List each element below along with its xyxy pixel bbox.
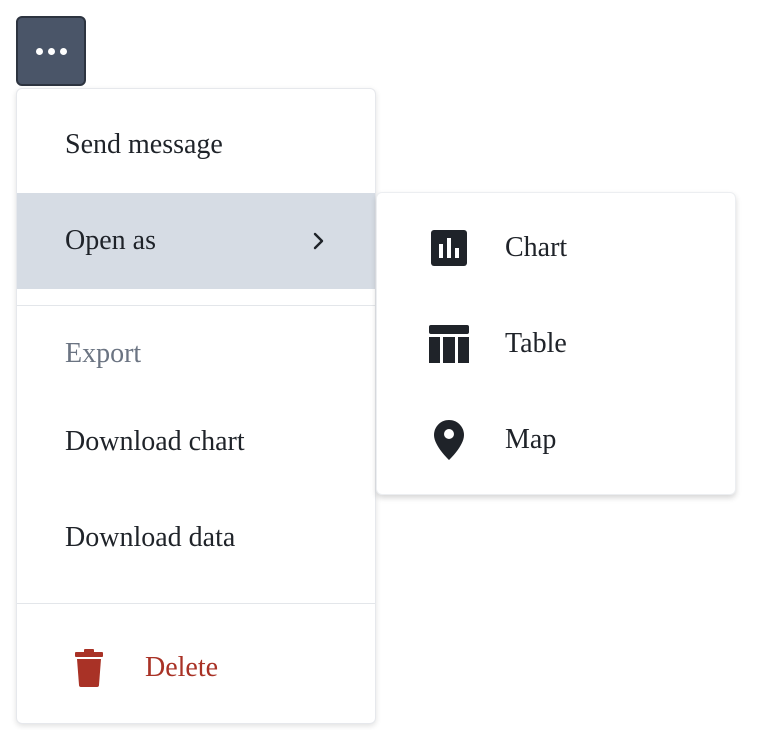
bar-chart-icon (429, 228, 469, 268)
map-pin-icon (429, 420, 469, 460)
menu-divider (17, 603, 375, 604)
open-as-submenu: Chart Table Map (376, 192, 736, 495)
more-horizontal-icon-dot-2 (47, 47, 55, 55)
submenu-item-map[interactable]: Map (377, 392, 737, 488)
more-horizontal-icon-dot-1 (35, 47, 43, 55)
menu-item-label: Delete (145, 652, 219, 683)
menu-item-delete[interactable]: Delete (17, 620, 375, 716)
more-horizontal-icon-dot-3 (59, 47, 67, 55)
more-options-button[interactable] (16, 16, 86, 86)
submenu-item-label: Table (505, 328, 567, 359)
menu-item-open-as[interactable]: Open as (17, 193, 375, 289)
menu-item-label: Open as (65, 225, 156, 256)
export-group-label: Export (65, 338, 142, 369)
submenu-item-label: Chart (505, 232, 568, 263)
submenu-item-label: Map (505, 424, 557, 455)
menu-item-label: Send message (65, 129, 223, 160)
menu-item-download-chart[interactable]: Download chart (17, 394, 375, 490)
chevron-right-icon (313, 193, 325, 289)
dropdown-menu: Send message Open as Export Download cha… (16, 88, 376, 724)
menu-item-download-data[interactable]: Download data (17, 490, 375, 586)
menu-item-label: Download chart (65, 426, 245, 457)
submenu-item-table[interactable]: Table (377, 296, 737, 392)
table-icon (429, 324, 469, 364)
trash-icon (73, 648, 105, 688)
menu-item-label: Download data (65, 522, 236, 553)
menu-item-send-message[interactable]: Send message (17, 97, 375, 193)
submenu-item-chart[interactable]: Chart (377, 200, 737, 296)
